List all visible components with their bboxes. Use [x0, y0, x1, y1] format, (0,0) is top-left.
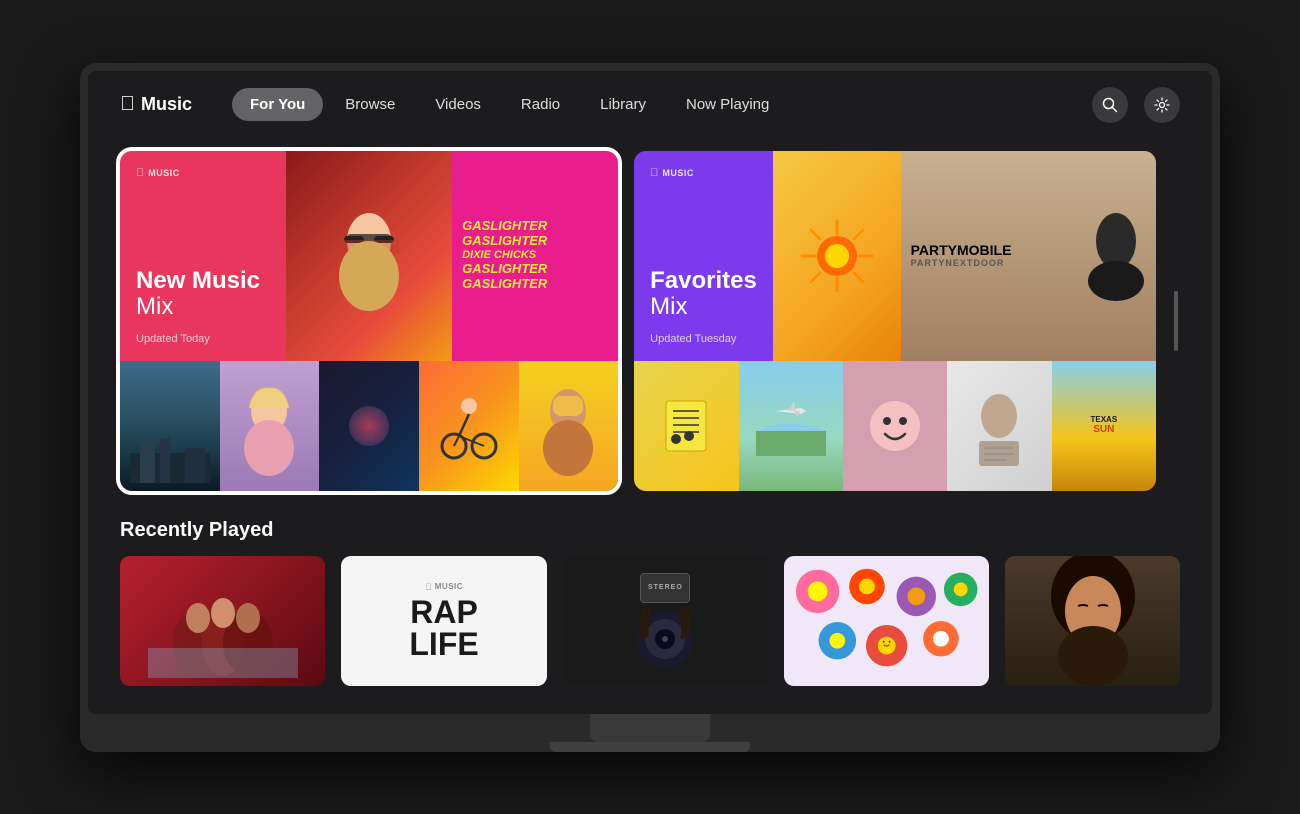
tab-now-playing[interactable]: Now Playing: [668, 88, 787, 121]
apple-icon: : [120, 93, 135, 116]
tab-browse[interactable]: Browse: [327, 88, 413, 121]
tab-videos[interactable]: Videos: [417, 88, 499, 121]
portrait-art-2: [239, 376, 299, 476]
scrollbar-thumb[interactable]: [1174, 291, 1178, 351]
scrollbar-area: [1172, 151, 1180, 491]
artist-portrait-art: [1013, 556, 1173, 686]
fav-art-b5: TEXAS SUN: [1052, 361, 1156, 491]
light-art: [969, 386, 1029, 466]
party-mobile-art: [1081, 211, 1151, 301]
new-music-updated: Updated Today: [136, 333, 270, 345]
nav-tabs: For You Browse Videos Radio Library Now …: [232, 88, 1076, 121]
search-button[interactable]: [1092, 87, 1128, 123]
settings-button[interactable]: [1144, 87, 1180, 123]
recent-item-4[interactable]: [784, 556, 989, 686]
fav-art-b1: [634, 361, 738, 491]
main-content:  MUSIC New Music Mix Updated Today: [88, 139, 1212, 710]
apple-music-badge:  MUSIC: [136, 167, 270, 179]
favorites-title-wrap: Favorites Mix Updated Tuesday: [650, 268, 757, 345]
favorites-title: Favorites: [650, 268, 757, 294]
flowers-art: [788, 561, 985, 681]
favorites-updated: Updated Tuesday: [650, 333, 757, 345]
stereo-art: [625, 609, 705, 669]
tv-frame:  Music For You Browse Videos Radio Libr…: [80, 63, 1220, 752]
tv-stand: [590, 714, 710, 742]
rap-album-art: [148, 588, 298, 678]
favorites-main-cell:  MUSIC Favorites Mix Updated Tuesday: [634, 151, 773, 361]
rap-life-badge:  MUSIC: [425, 582, 463, 592]
favorites-title2: Mix: [650, 294, 757, 320]
smiley-art: [865, 396, 925, 456]
outdoor-art: [756, 396, 826, 456]
bottom-art-4: [419, 361, 519, 491]
app-name: Music: [141, 94, 192, 115]
gear-icon: [1154, 97, 1170, 113]
art-cell-1: [286, 151, 452, 361]
new-music-mix-card[interactable]:  MUSIC New Music Mix Updated Today: [120, 151, 618, 491]
gaslighter-cell: GASLIGHTER GASLIGHTER DIXIE CHICKS GASLI…: [452, 151, 618, 361]
sunburst-art: [797, 216, 877, 296]
music-sheet-art: [661, 396, 711, 456]
fav-art-b2: [739, 361, 843, 491]
recently-played-section: Recently Played: [120, 519, 1180, 686]
recent-item-1[interactable]: [120, 556, 325, 686]
fav-art-b3: [843, 361, 947, 491]
new-music-title: New Music: [136, 268, 270, 294]
search-icon: [1102, 97, 1118, 113]
bottom-art-2: [220, 361, 320, 491]
recent-item-3[interactable]: STEREO: [563, 556, 768, 686]
screen-bottom-edge: [88, 710, 1212, 714]
bottom-arts-row: [120, 361, 618, 491]
cyclist-art: [439, 386, 499, 466]
bottom-art-1: [120, 361, 220, 491]
featured-row:  MUSIC New Music Mix Updated Today: [120, 151, 1180, 491]
tv-stand-base: [550, 742, 750, 752]
new-music-title-wrap: New Music Mix Updated Today: [136, 268, 270, 345]
recent-item-5[interactable]: [1005, 556, 1180, 686]
tab-radio[interactable]: Radio: [503, 88, 578, 121]
apple-badge-text: MUSIC: [148, 168, 180, 178]
nav-icons: [1092, 87, 1180, 123]
stereo-badge: STEREO: [640, 573, 690, 603]
gaslighter-text: GASLIGHTER GASLIGHTER DIXIE CHICKS GASLI…: [462, 219, 608, 291]
rap-life-title: RAPLIFE: [409, 596, 478, 660]
portrait-art-1: [329, 196, 409, 316]
new-music-title2: Mix: [136, 294, 270, 320]
fav-art-b4: [947, 361, 1051, 491]
favorites-badge-text: MUSIC: [662, 168, 694, 178]
recent-item-2[interactable]:  MUSIC RAPLIFE: [341, 556, 546, 686]
apple-badge-icon: : [136, 167, 144, 179]
landscape-art: [130, 433, 210, 483]
bottom-art-5: [519, 361, 619, 491]
portrait-art-3: [538, 376, 598, 476]
nav-bar:  Music For You Browse Videos Radio Libr…: [88, 71, 1212, 139]
bottom-art-3: [319, 361, 419, 491]
new-music-main-cell:  MUSIC New Music Mix Updated Today: [120, 151, 286, 361]
tab-for-you[interactable]: For You: [232, 88, 323, 121]
recently-played-row:  MUSIC RAPLIFE STEREO: [120, 556, 1180, 686]
section-title-recently-played: Recently Played: [120, 519, 1180, 542]
tv-screen:  Music For You Browse Videos Radio Libr…: [88, 71, 1212, 714]
tab-library[interactable]: Library: [582, 88, 664, 121]
favorites-art-1: [773, 151, 901, 361]
favorites-badge:  MUSIC: [650, 167, 757, 179]
app-logo:  Music: [120, 93, 192, 116]
favorites-mix-card[interactable]:  MUSIC Favorites Mix Updated Tuesday: [634, 151, 1156, 491]
favorites-bottom-row: TEXAS SUN: [634, 361, 1156, 491]
favorites-art-2: PARTYMOBILE PARTYNEXTDOOR: [901, 151, 1156, 361]
